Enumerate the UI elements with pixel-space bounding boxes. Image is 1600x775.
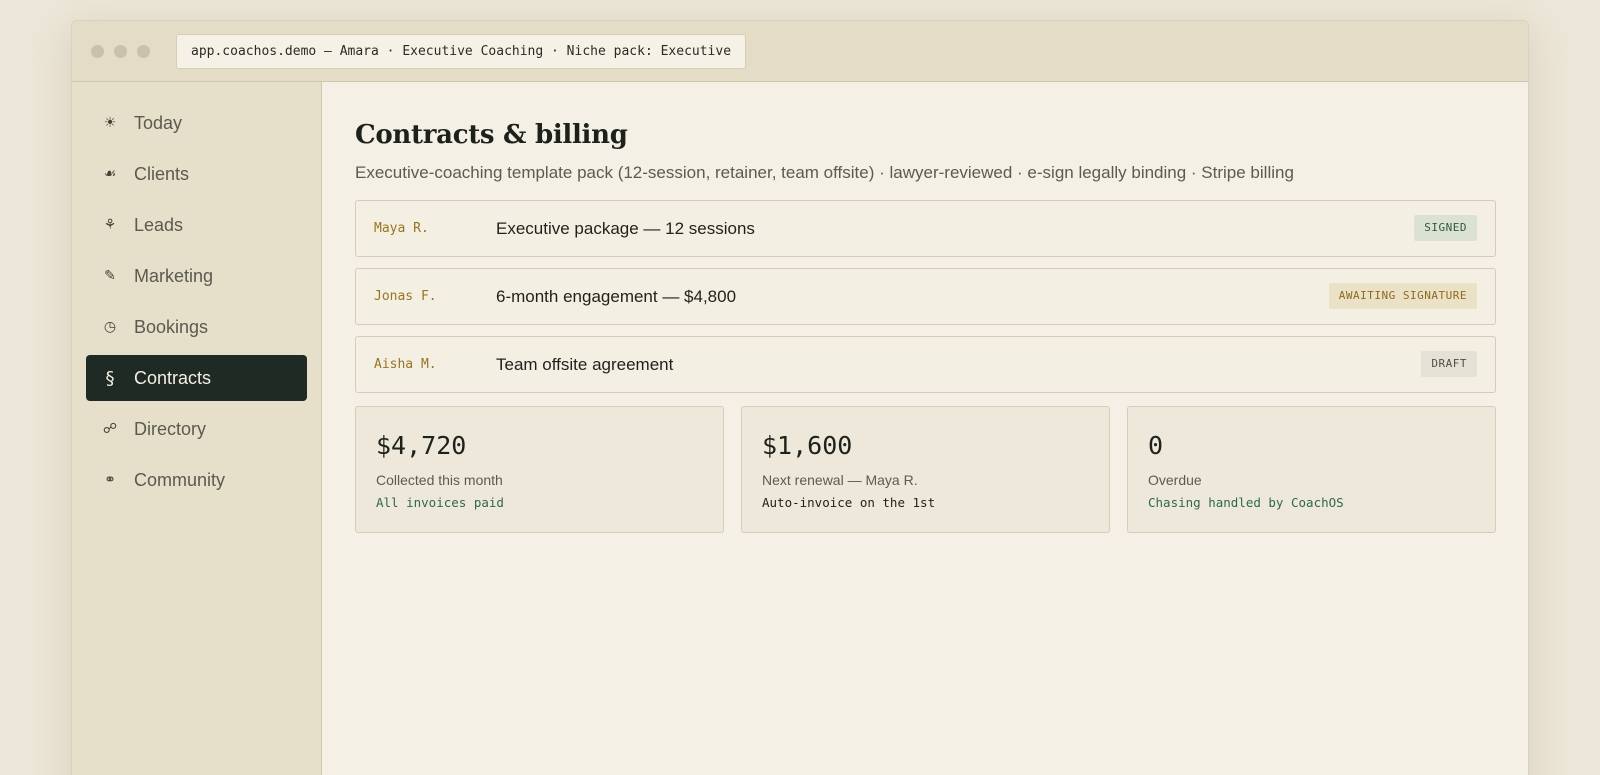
clients-icon: ☙ <box>103 166 117 182</box>
contract-description: Executive package — 12 sessions <box>496 218 755 238</box>
sidebar-item-leads[interactable]: ⚘ Leads <box>86 202 307 248</box>
close-window-dot[interactable] <box>91 45 104 58</box>
sidebar-item-directory[interactable]: ☍ Directory <box>86 406 307 452</box>
sidebar-item-label: Clients <box>134 163 190 184</box>
contract-client: Jonas F. <box>374 289 437 304</box>
address-bar[interactable]: app.coachos.demo — Amara · Executive Coa… <box>176 34 747 69</box>
sidebar-item-label: Directory <box>134 418 207 439</box>
sidebar-item-marketing[interactable]: ✎ Marketing <box>86 253 307 299</box>
sun-icon: ☀ <box>103 115 117 131</box>
maximize-window-dot[interactable] <box>137 45 150 58</box>
sidebar-item-today[interactable]: ☀ Today <box>86 100 307 146</box>
sidebar-item-contracts[interactable]: § Contracts <box>86 355 307 401</box>
contract-row[interactable]: Aisha M. Team offsite agreement DRAFT <box>355 336 1496 393</box>
sidebar-item-label: Community <box>134 469 226 490</box>
sidebar-item-clients[interactable]: ☙ Clients <box>86 151 307 197</box>
stat-note: Auto-invoice on the 1st <box>762 495 936 510</box>
sidebar-item-label: Today <box>134 112 183 133</box>
sidebar: ☀ Today ☙ Clients ⚘ Leads ✎ Marketing ◷ … <box>72 82 322 775</box>
sidebar-item-label: Marketing <box>134 265 214 286</box>
section-sign-icon: § <box>105 367 115 389</box>
billing-stats: $4,720 Collected this month All invoices… <box>355 406 1496 533</box>
status-badge: DRAFT <box>1421 351 1477 377</box>
sidebar-item-label: Leads <box>134 214 184 235</box>
stat-card-renewal: $1,600 Next renewal — Maya R. Auto-invoi… <box>741 406 1110 533</box>
sidebar-item-label: Contracts <box>134 367 212 388</box>
contract-client: Maya R. <box>374 221 429 236</box>
sidebar-item-community[interactable]: ⚭ Community <box>86 457 307 503</box>
stat-card-overdue: 0 Overdue Chasing handled by CoachOS <box>1127 406 1496 533</box>
minimize-window-dot[interactable] <box>114 45 127 58</box>
sidebar-item-bookings[interactable]: ◷ Bookings <box>86 304 307 350</box>
title-bar: app.coachos.demo — Amara · Executive Coa… <box>72 21 1528 82</box>
stat-card-collected: $4,720 Collected this month All invoices… <box>355 406 724 533</box>
status-badge: AWAITING SIGNATURE <box>1328 283 1477 309</box>
page-title: Contracts & billing <box>355 120 628 150</box>
rings-icon: ⚭ <box>104 472 116 488</box>
contract-description: 6-month engagement — $4,800 <box>496 286 737 306</box>
status-badge: SIGNED <box>1414 215 1477 241</box>
stat-value: $1,600 <box>762 431 853 460</box>
pencil-icon: ✎ <box>104 268 116 284</box>
main-content: Contracts & billing Executive-coaching t… <box>323 82 1528 775</box>
stat-label: Next renewal — Maya R. <box>762 472 918 488</box>
contract-client: Aisha M. <box>374 357 437 372</box>
link-icon: ☍ <box>102 421 118 437</box>
stat-label: Collected this month <box>376 472 503 488</box>
stat-label: Overdue <box>1148 472 1202 488</box>
clock-icon: ◷ <box>103 319 117 335</box>
stat-note: All invoices paid <box>376 495 504 510</box>
page-subtitle: Executive-coaching template pack (12-ses… <box>355 163 1294 182</box>
stat-value: 0 <box>1148 431 1164 460</box>
stat-value: $4,720 <box>376 431 467 460</box>
contract-description: Team offsite agreement <box>496 354 674 374</box>
sidebar-item-label: Bookings <box>134 316 209 337</box>
app-window: app.coachos.demo — Amara · Executive Coa… <box>71 20 1529 775</box>
contracts-list: Maya R. Executive package — 12 sessions … <box>355 200 1496 393</box>
contract-row[interactable]: Jonas F. 6-month engagement — $4,800 AWA… <box>355 268 1496 325</box>
stat-note: Chasing handled by CoachOS <box>1148 495 1344 510</box>
contract-row[interactable]: Maya R. Executive package — 12 sessions … <box>355 200 1496 257</box>
sprout-icon: ⚘ <box>103 217 117 233</box>
